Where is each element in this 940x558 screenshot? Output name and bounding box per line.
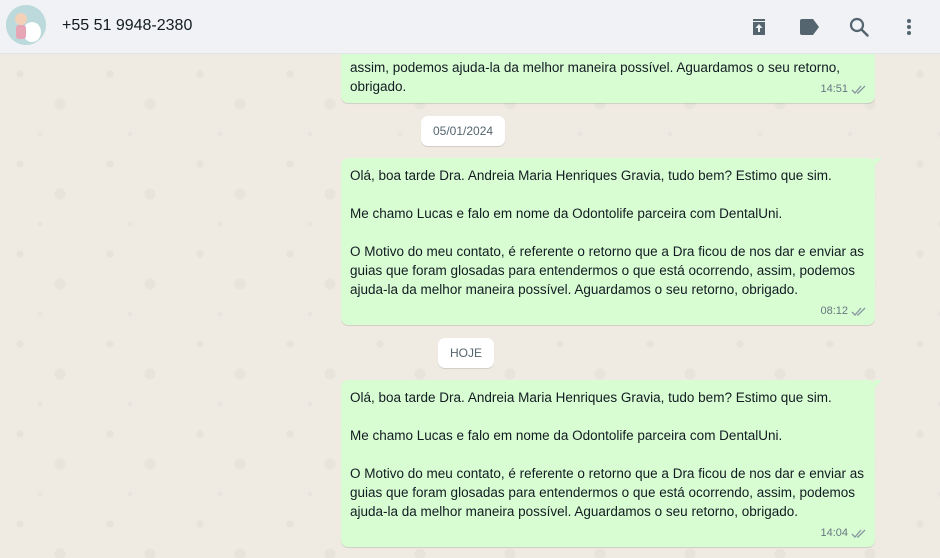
- date-chip: HOJE: [438, 338, 495, 368]
- avatar-image: [6, 5, 46, 45]
- archive-icon[interactable]: [747, 15, 771, 39]
- chat-header: +55 51 9948-2380: [0, 0, 940, 54]
- search-icon[interactable]: [847, 15, 871, 39]
- message-meta: 08:12: [820, 302, 867, 321]
- message-text: assim, podemos ajuda-la da melhor maneir…: [350, 60, 844, 94]
- bubble-tail: [874, 380, 882, 388]
- message-meta: 14:51: [820, 80, 867, 99]
- message-time: 14:51: [820, 83, 848, 95]
- message-meta: 14:04: [820, 524, 867, 543]
- avatar[interactable]: [6, 5, 46, 45]
- message-text: Olá, boa tarde Dra. Andreia Maria Henriq…: [350, 168, 865, 297]
- contact-name[interactable]: +55 51 9948-2380: [62, 17, 192, 35]
- double-check-icon: [851, 85, 866, 94]
- message-bubble[interactable]: Olá, boa tarde Dra. Andreia Maria Henriq…: [341, 380, 882, 547]
- message-time: 14:04: [820, 527, 848, 539]
- message-bubble[interactable]: assim, podemos ajuda-la da melhor maneir…: [341, 54, 875, 103]
- date-chip: 05/01/2024: [421, 116, 506, 146]
- label-icon[interactable]: [797, 15, 821, 39]
- message-time: 08:12: [820, 305, 848, 317]
- menu-icon[interactable]: [897, 15, 921, 39]
- message-text: Olá, boa tarde Dra. Andreia Maria Henriq…: [350, 390, 865, 519]
- message-bubble[interactable]: Olá, boa tarde Dra. Andreia Maria Henriq…: [341, 158, 882, 325]
- chat-area[interactable]: assim, podemos ajuda-la da melhor maneir…: [0, 54, 940, 558]
- bubble-tail: [874, 158, 882, 166]
- double-check-icon: [851, 307, 866, 316]
- double-check-icon: [851, 529, 866, 538]
